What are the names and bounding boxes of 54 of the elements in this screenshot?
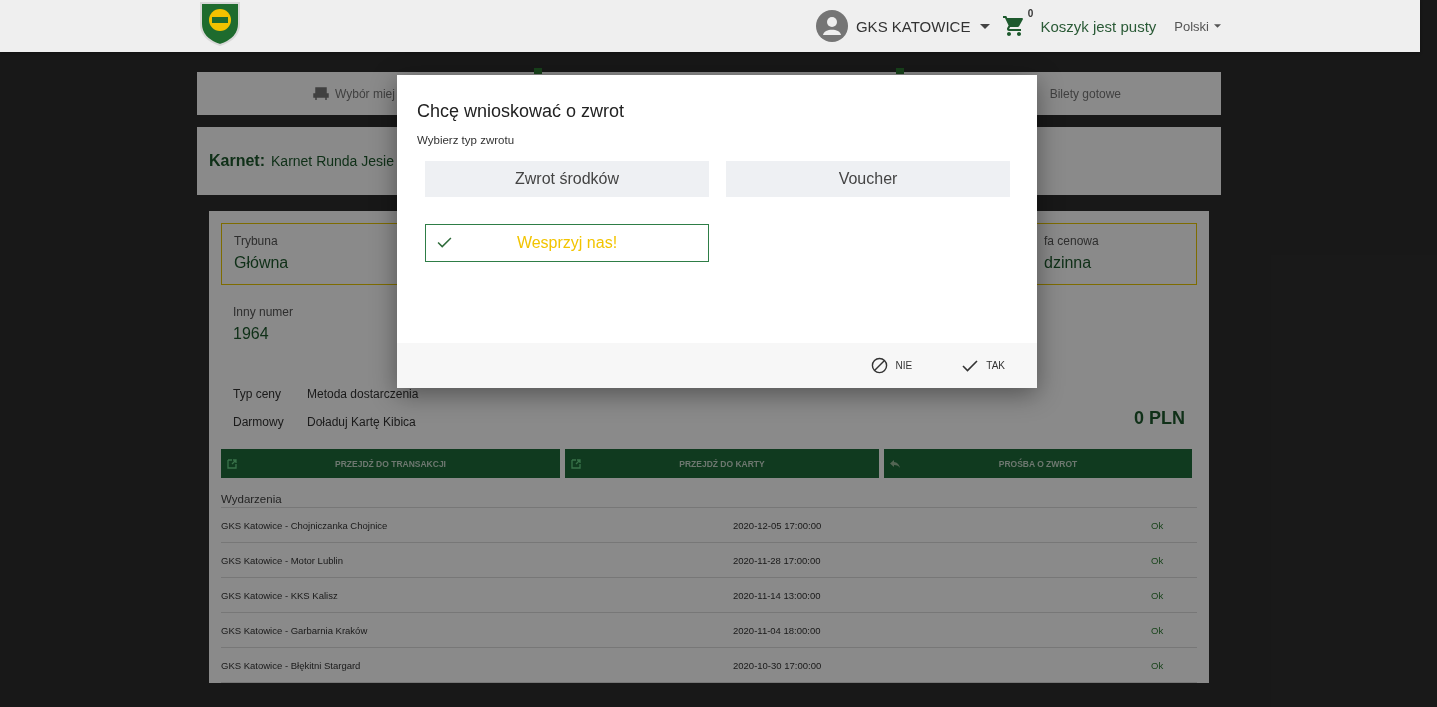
event-status: Ok xyxy=(1151,624,1164,636)
shield-logo-icon[interactable] xyxy=(197,0,243,46)
seat-icon xyxy=(313,86,329,101)
field-label: fa cenowa xyxy=(1044,234,1100,248)
external-link-icon xyxy=(571,459,581,469)
table-cell-text: Darmowy xyxy=(233,415,285,429)
event-date: 2020-12-05 17:00:00 xyxy=(733,519,823,531)
event-status: Ok xyxy=(1151,554,1164,566)
dialog-title: Chcę wnioskować o zwrot xyxy=(417,101,626,122)
reply-arrow-icon xyxy=(890,459,900,469)
user-avatar-icon xyxy=(815,10,848,42)
event-status: Ok xyxy=(1151,659,1164,671)
dialog-button[interactable]: TAK xyxy=(962,359,1005,372)
field-value: 1964 xyxy=(233,325,270,343)
event-date: 2020-11-04 18:00:00 xyxy=(733,624,822,636)
step-label: Wybór miej xyxy=(335,86,395,101)
field-label: Trybuna xyxy=(234,234,279,248)
refund-option[interactable]: Zwrot środków xyxy=(425,161,709,197)
column-header: Metoda dostarczenia xyxy=(307,387,419,401)
event-date: 2020-10-30 17:00:00 xyxy=(733,659,823,671)
pass-name: Karnet Runda Jesie xyxy=(271,153,394,169)
price-total: 0 PLN xyxy=(1134,407,1185,429)
dialog-button[interactable]: NIE xyxy=(870,357,913,374)
event-name: GKS Katowice - Błękitni Stargard xyxy=(221,659,362,671)
field-label: Inny numer xyxy=(233,305,295,319)
pass-label: Karnet: xyxy=(209,152,265,170)
event-name: GKS Katowice - KKS Kalisz xyxy=(221,589,339,601)
column-header: Typ ceny xyxy=(233,387,283,401)
external-link-icon xyxy=(227,459,237,469)
event-date: 2020-11-14 13:00:00 xyxy=(733,589,822,601)
event-name: GKS Katowice - Garbarnia Kraków xyxy=(221,624,369,636)
check-icon xyxy=(437,237,452,248)
caret-icon xyxy=(980,23,991,29)
field-value: Główna xyxy=(234,254,289,272)
event-date: 2020-11-28 17:00:00 xyxy=(733,554,822,566)
caret-icon xyxy=(1214,24,1221,28)
cancel-icon xyxy=(870,357,888,374)
step-marker xyxy=(534,68,542,74)
field-value: dzinna xyxy=(1044,254,1093,272)
event-name: GKS Katowice - Chojniczanka Chojnice xyxy=(221,519,389,531)
events-heading: Wydarzenia xyxy=(221,478,1197,508)
account-menu[interactable]: GKS KATOWICE xyxy=(815,10,991,42)
event-name: GKS Katowice - Motor Lublin xyxy=(221,554,344,566)
event-status: Ok xyxy=(1151,519,1164,531)
refund-option[interactable]: Voucher xyxy=(726,161,1010,197)
cart-count: 0 xyxy=(1027,8,1034,19)
table-cell-text: Doładuj Kartę Kibica xyxy=(307,415,417,429)
cart-link[interactable]: Koszyk jest pusty xyxy=(1040,17,1157,35)
dialog-subtitle: Wybierz typ zwrotu xyxy=(417,134,516,146)
check-icon xyxy=(962,359,979,372)
language-menu[interactable]: Polski xyxy=(1174,18,1221,34)
step-marker xyxy=(896,68,904,74)
event-status: Ok xyxy=(1151,589,1164,601)
step-label: Bilety gotowe xyxy=(1049,86,1121,101)
